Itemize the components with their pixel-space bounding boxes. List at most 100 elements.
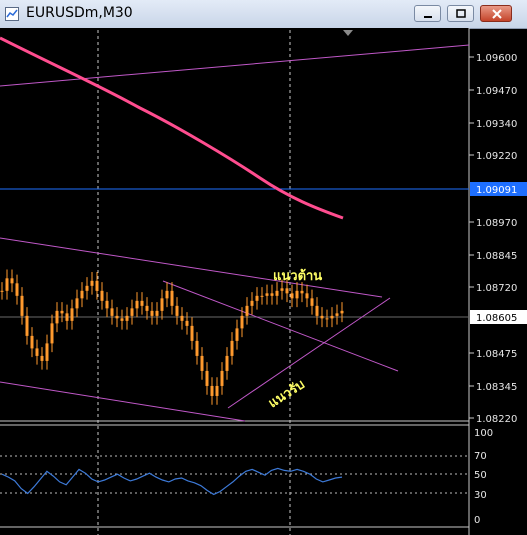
candle-body: [240, 315, 244, 329]
indicator-label: 100: [474, 428, 493, 439]
indicator-label: 0: [474, 515, 480, 526]
candle-body: [220, 370, 224, 386]
candle-body: [150, 310, 154, 316]
candle-body: [50, 323, 54, 344]
indicator-label: 30: [474, 490, 487, 501]
candle-body: [100, 290, 104, 301]
candle-body: [300, 290, 304, 294]
candle-body: [115, 315, 119, 319]
price-label: 1.08970: [476, 218, 517, 229]
candle-body: [250, 300, 254, 306]
candle-body: [335, 313, 339, 316]
candle-body: [340, 310, 344, 314]
candle-body: [270, 293, 274, 296]
candle-body: [290, 293, 294, 299]
window-title: EURUSDm,M30: [26, 5, 133, 21]
price-label: 1.09600: [476, 53, 517, 64]
candle-body: [95, 280, 99, 291]
candle-body: [230, 340, 234, 356]
candle-body: [120, 318, 124, 321]
candle-body: [105, 300, 109, 309]
candle-body: [205, 370, 209, 386]
indicator-label: 50: [474, 470, 487, 481]
indicator-line[interactable]: [1, 467, 343, 496]
price-label: 1.08845: [476, 251, 517, 262]
close-button[interactable]: [480, 5, 512, 22]
candle-body: [325, 318, 329, 320]
resistance-annotation[interactable]: แนวต้าน: [273, 268, 322, 284]
candle-body: [170, 290, 174, 306]
indicator-axis: 100 70 50 30 0: [474, 428, 493, 526]
restore-icon: [456, 9, 466, 18]
chart-icon: [5, 7, 19, 21]
candle-body: [45, 343, 49, 361]
candle-body: [305, 293, 309, 299]
price-label: 1.09340: [476, 119, 517, 130]
candle-body: [90, 280, 94, 286]
candle-body: [285, 288, 289, 294]
candle-body: [55, 310, 59, 324]
price-label: 1.08220: [476, 414, 517, 425]
close-icon: [492, 9, 502, 19]
candle-body: [125, 315, 129, 321]
candle-body: [275, 290, 279, 296]
candle-body: [20, 295, 24, 316]
chart-window: EURUSDm,M30 แนวต้าน แนวรับ 1.09600 1.094…: [0, 0, 527, 535]
candle-body: [25, 315, 29, 336]
candle-body: [70, 308, 74, 321]
price-label: 1.08345: [476, 382, 517, 393]
candle-body: [330, 315, 334, 319]
candle-body: [210, 385, 214, 396]
candle-body: [180, 315, 184, 321]
title-bar[interactable]: EURUSDm,M30: [0, 0, 527, 29]
price-label: 1.08720: [476, 283, 517, 294]
candle-body: [10, 278, 14, 284]
minimize-icon: [424, 16, 432, 18]
candle-body: [75, 298, 79, 309]
candle-body: [235, 328, 239, 341]
blue-line-price: 1.09091: [476, 185, 517, 196]
candle-body: [265, 293, 269, 296]
candle-body: [195, 340, 199, 356]
candle-body: [190, 325, 194, 341]
candle-body: [245, 305, 249, 316]
candle-body: [185, 320, 189, 326]
price-axis: 1.09600 1.09470 1.09340 1.09220 1.08970 …: [469, 53, 527, 425]
candle-body: [40, 355, 44, 361]
candle-body: [160, 298, 164, 311]
candle-body: [80, 290, 84, 299]
indicator-label: 70: [474, 451, 487, 462]
candle-body: [295, 290, 299, 299]
candle-body: [200, 355, 204, 371]
candle-body: [280, 288, 284, 291]
candle-body: [310, 298, 314, 306]
candle-body: [30, 335, 34, 349]
price-label: 1.08475: [476, 349, 517, 360]
candle-body: [260, 295, 264, 297]
candle-body: [175, 305, 179, 316]
main-plot-area: [0, 28, 469, 421]
candle-body: [165, 290, 169, 299]
candle-body: [65, 313, 69, 321]
candle-body: [35, 348, 39, 356]
price-chart[interactable]: แนวต้าน แนวรับ 1.09600 1.09470 1.09340 1…: [0, 28, 527, 535]
candle-body: [145, 305, 149, 311]
price-label: 1.09220: [476, 151, 517, 162]
candle-body: [215, 385, 219, 396]
candle-body: [155, 310, 159, 316]
candle-body: [140, 300, 144, 306]
candle-body: [15, 283, 19, 296]
candle-body: [225, 355, 229, 371]
restore-button[interactable]: [447, 5, 474, 22]
price-label: 1.09470: [476, 86, 517, 97]
candle-body: [0, 290, 4, 292]
candle-body: [320, 315, 324, 319]
candle-body: [130, 308, 134, 316]
candle-body: [5, 278, 9, 291]
minimize-button[interactable]: [414, 5, 441, 22]
candle-body: [255, 295, 259, 301]
candle-body: [135, 300, 139, 309]
candle-body: [110, 308, 114, 316]
current-price: 1.08605: [476, 313, 517, 324]
candle-body: [315, 305, 319, 316]
